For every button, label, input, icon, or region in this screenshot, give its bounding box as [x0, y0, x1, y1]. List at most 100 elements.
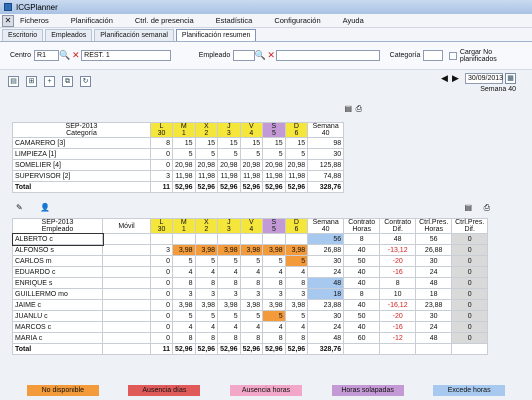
tree-icon[interactable]: ⊞ — [26, 75, 37, 87]
value-cell: 5 — [239, 148, 264, 160]
value-cell: 4 — [284, 266, 309, 278]
menu-ayuda[interactable]: Ayuda — [343, 16, 364, 25]
value-cell: 0 — [150, 321, 173, 333]
value-cell: 11,98 — [172, 170, 196, 182]
table-row[interactable]: CARLOS m 0 5 5 5 5 5 5 30 50 -20 30 0 — [12, 255, 489, 267]
value-cell: 56 — [415, 233, 453, 245]
prev-week-icon[interactable]: ◀ — [439, 73, 450, 84]
table-row[interactable]: CAMARERO [3] 8 15 15 15 15 15 15 98 — [12, 137, 345, 149]
value-cell: 15 — [262, 137, 286, 149]
value-cell: 3,98 — [239, 244, 264, 256]
value-cell: 0 — [150, 159, 173, 171]
cargar-label: Cargar No planificados — [459, 48, 497, 63]
value-cell: 11,98 — [194, 170, 219, 182]
value-cell: 8 — [343, 288, 381, 300]
print-icon[interactable]: ⎙ — [356, 104, 362, 114]
day-header: S5 — [262, 218, 286, 234]
employee-cell: JAIME c — [12, 299, 103, 311]
menu-planificacion[interactable]: Planificación — [71, 16, 113, 25]
value-cell — [284, 233, 309, 245]
day-header: X2 — [194, 218, 219, 234]
movil-cell — [102, 266, 151, 278]
value-cell: 3 — [150, 170, 173, 182]
table-row[interactable]: Total 11 52,96 52,96 52,96 52,96 52,96 52,96 328… — [12, 343, 489, 355]
search-icon[interactable]: 🔍 — [255, 50, 266, 61]
table-row[interactable]: ALBERTO c 56 8 48 56 0 — [11, 232, 489, 246]
table-row[interactable]: LIMPIEZA [1] 0 5 5 5 5 5 5 30 — [12, 148, 345, 160]
value-cell: 3 — [194, 288, 219, 300]
value-cell: 3,98 — [262, 299, 286, 311]
title-bar: ICGPlanner — [0, 0, 532, 14]
search-icon[interactable]: 🔍 — [59, 50, 70, 61]
movil-cell — [102, 277, 151, 289]
movil-cell — [102, 332, 151, 344]
legend-ausencia-horas: Ausencia horas — [229, 384, 302, 396]
value-cell: 40 — [343, 266, 381, 278]
day-header: X2 — [194, 122, 219, 138]
table-row[interactable]: ENRIQUE s 0 8 8 8 8 8 8 48 40 8 48 0 — [12, 277, 489, 289]
value-cell: 0 — [451, 288, 489, 300]
table-row[interactable]: GUILLERMO mo 0 3 3 3 3 3 3 18 8 10 18 0 — [12, 288, 489, 300]
table-row[interactable]: ALFONSO s 3 3,98 3,98 3,98 3,98 3,98 3,98 26,88 4… — [12, 244, 489, 256]
employee-cell: ALFONSO s — [12, 244, 103, 256]
value-cell: 48 — [307, 332, 345, 344]
value-cell: 5 — [284, 148, 309, 160]
table-row[interactable]: EDUARDO c 0 4 4 4 4 4 4 24 40 -16 24 0 — [12, 266, 489, 278]
categoria-label: Categoría — [389, 52, 421, 59]
report-icon[interactable]: ▤ — [344, 104, 352, 113]
value-cell: 3 — [239, 288, 264, 300]
value-cell: 8 — [379, 277, 417, 289]
close-icon[interactable]: ✕ — [2, 14, 14, 27]
value-cell: 10 — [379, 288, 417, 300]
table-row[interactable]: Total 11 52,96 52,96 52,96 52,96 52,96 52,96 328… — [12, 181, 345, 193]
value-cell: 8 — [239, 277, 264, 289]
value-cell: 40 — [343, 244, 381, 256]
value-cell: 52,96 — [172, 181, 196, 193]
clear-icon[interactable]: ✕ — [266, 50, 277, 61]
table-row[interactable]: SOMELIER [4] 0 20,98 20,98 20,98 20,98 20,98 20… — [12, 159, 345, 171]
date-field[interactable]: 30/09/2013 — [465, 73, 503, 84]
categoria-input[interactable] — [423, 50, 443, 61]
export-icon[interactable]: ↻ — [80, 75, 91, 87]
menu-configuracion[interactable]: Configuración — [274, 16, 320, 25]
menu-ctrl-presencia[interactable]: Ctrl. de presencia — [135, 16, 194, 25]
movil-cell — [102, 288, 151, 300]
new-doc-icon[interactable]: ▤ — [8, 75, 19, 87]
edit-icon[interactable]: ✎ — [16, 203, 23, 212]
table-row[interactable]: MARCOS c 0 4 4 4 4 4 4 24 40 -16 24 0 — [12, 321, 489, 333]
empleado-input[interactable] — [233, 50, 255, 61]
clear-icon[interactable]: ✕ — [70, 50, 81, 61]
calendar-icon[interactable]: ▦ — [505, 73, 516, 84]
value-cell: 0 — [150, 299, 173, 311]
table-row[interactable]: MARIA c 0 8 8 8 8 8 8 48 60 -12 48 0 — [12, 332, 489, 344]
table-row[interactable]: JUANLU c 0 5 5 5 5 5 5 30 50 -20 30 0 — [12, 310, 489, 322]
next-week-icon[interactable]: ▶ — [450, 73, 461, 84]
tab-planificacion-semanal[interactable]: Planificación semanal — [94, 29, 174, 41]
add-icon[interactable]: + — [44, 75, 55, 87]
value-cell: 3 — [150, 244, 173, 256]
value-cell: 52,96 — [172, 343, 196, 355]
movil-cell — [102, 310, 151, 322]
menu-ficheros[interactable]: Ficheros — [20, 16, 49, 25]
value-cell: 30 — [415, 310, 453, 322]
menu-estadistica[interactable]: Estadística — [216, 16, 253, 25]
value-cell: 3,98 — [172, 299, 196, 311]
tab-empleados[interactable]: Empleados — [45, 29, 93, 41]
user-icon[interactable]: 👤 — [40, 203, 50, 212]
cargar-checkbox[interactable] — [449, 51, 457, 60]
category-cell: Total — [12, 181, 151, 193]
week-header: Semana 40 — [307, 122, 345, 138]
table-row[interactable]: SUPERVISOR [2] 3 11,98 11,98 11,98 11,98 11,98… — [12, 170, 345, 182]
centro-code-input[interactable]: R1 — [34, 50, 60, 61]
value-cell: 5 — [217, 310, 241, 322]
table-row[interactable]: JAIME c 0 3,98 3,98 3,98 3,98 3,98 3,98 23,88 40-… — [12, 299, 489, 311]
print-icon[interactable]: ⎙ — [484, 203, 490, 213]
tab-escritorio[interactable]: Escritorio — [2, 29, 44, 41]
tab-planificacion-resumen[interactable]: Planificación resumen — [175, 29, 257, 41]
value-cell: 5 — [284, 255, 309, 267]
filter-bar: Centro R1 🔍 ✕ REST. 1 Empleado 🔍 ✕ Categ… — [0, 42, 532, 70]
empleado-label: Empleado — [198, 52, 231, 59]
report-icon[interactable]: ▤ — [464, 203, 472, 212]
copy-icon[interactable]: ⧉ — [62, 75, 73, 87]
centro-label: Centro — [10, 52, 32, 59]
